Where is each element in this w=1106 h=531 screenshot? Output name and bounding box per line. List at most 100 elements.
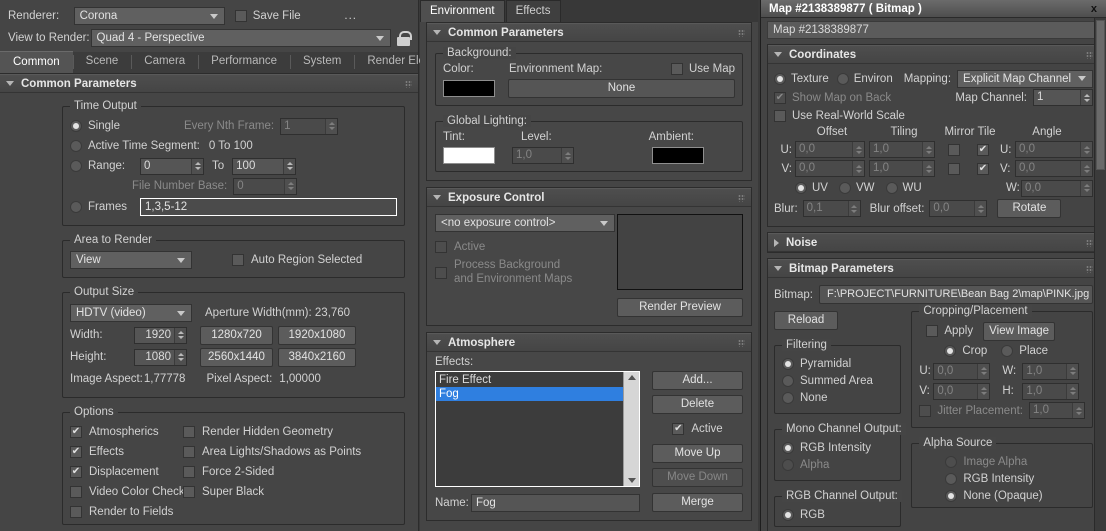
option-super-black[interactable]: Super Black [183, 482, 397, 502]
option-force-2-sided[interactable]: Force 2-Sided [183, 462, 397, 482]
area-to-render-dropdown[interactable]: View [70, 251, 192, 269]
save-file-browse-button[interactable]: ... [344, 10, 410, 22]
reload-button[interactable]: Reload [774, 311, 838, 330]
atmosphere-active-checkbox[interactable]: ✔ [672, 423, 684, 435]
effects-checkbox[interactable]: ✔ [70, 446, 82, 458]
spinner-arrows-icon[interactable] [191, 159, 203, 174]
view-image-button[interactable]: View Image [983, 322, 1055, 341]
scroll-down-icon[interactable] [628, 478, 636, 483]
spinner-arrows-icon[interactable] [977, 384, 989, 399]
preset-2560x1440-button[interactable]: 2560x1440 [200, 348, 273, 367]
wu-radio[interactable] [886, 182, 898, 194]
spinner-arrows-icon[interactable] [1080, 142, 1092, 157]
pyramidal-radio[interactable] [782, 358, 794, 370]
filtering-pyramidal-row[interactable]: Pyramidal [782, 355, 893, 372]
spinner-arrows-icon[interactable] [1066, 364, 1078, 379]
crop-radio[interactable] [944, 345, 956, 357]
bitmap-parameters-header[interactable]: Bitmap Parameters [768, 259, 1099, 278]
alpha-rgb-intensity-radio[interactable] [945, 473, 957, 485]
v-offset-spinner[interactable]: 0,0 [795, 160, 865, 177]
w-angle-spinner[interactable]: 0,0 [1021, 180, 1093, 197]
tint-color-swatch[interactable] [443, 147, 495, 164]
range-radio[interactable] [70, 160, 82, 172]
spinner-arrows-icon[interactable] [284, 179, 296, 194]
spinner-arrows-icon[interactable] [174, 350, 186, 365]
delete-effect-button[interactable]: Delete [652, 395, 743, 414]
merge-button[interactable]: Merge [652, 493, 743, 512]
exposure-control-header[interactable]: Exposure Control [427, 188, 751, 207]
height-spinner[interactable]: 1080 [134, 349, 187, 366]
render-hidden-geometry-checkbox[interactable] [183, 426, 195, 438]
tab-camera[interactable]: Camera [131, 51, 198, 73]
alpha-rgb-intensity-row[interactable]: RGB Intensity [919, 470, 1085, 487]
atmosphere-effects-list[interactable]: Fire Effect Fog [435, 371, 640, 487]
use-real-world-scale-checkbox[interactable] [774, 110, 786, 122]
save-file-checkbox[interactable] [235, 10, 247, 22]
atmosphere-name-input[interactable]: Fog [471, 494, 640, 512]
spinner-arrows-icon[interactable] [1080, 90, 1092, 105]
frames-radio[interactable] [70, 201, 82, 213]
apply-crop-checkbox[interactable] [926, 325, 938, 337]
spinner-arrows-icon[interactable] [174, 328, 186, 343]
environment-map-button[interactable]: None [508, 79, 735, 98]
file-number-base-spinner[interactable]: 0 [233, 178, 297, 195]
env-common-parameters-header[interactable]: Common Parameters [427, 23, 751, 42]
jitter-placement-spinner[interactable]: 1,0 [1029, 402, 1085, 419]
tab-environment[interactable]: Environment [420, 0, 505, 22]
rgb-row[interactable]: RGB [782, 506, 893, 523]
map-channel-spinner[interactable]: 1 [1033, 89, 1093, 106]
ambient-color-swatch[interactable] [652, 147, 704, 164]
crop-h-spinner[interactable]: 1,0 [1022, 383, 1079, 400]
common-parameters-rollout-header[interactable]: Common Parameters [0, 74, 418, 93]
spinner-arrows-icon[interactable] [977, 364, 989, 379]
spinner-arrows-icon[interactable] [922, 142, 934, 157]
right-panel-scrollbar[interactable] [1094, 18, 1106, 531]
option-area-lights-shadows[interactable]: Area Lights/Shadows as Points [183, 442, 397, 462]
rgb-radio[interactable] [782, 509, 794, 521]
environ-radio[interactable] [837, 73, 849, 85]
v-tiling-spinner[interactable]: 1,0 [869, 160, 935, 177]
u-mirror-checkbox[interactable] [948, 144, 960, 156]
alpha-none-opaque-radio[interactable] [945, 490, 957, 502]
list-item[interactable]: Fire Effect [436, 373, 623, 387]
noise-header[interactable]: Noise [768, 233, 1099, 252]
place-radio[interactable] [1001, 345, 1013, 357]
atmosphere-header[interactable]: Atmosphere [427, 333, 751, 352]
option-video-color-check[interactable]: Video Color Check [70, 482, 183, 502]
atmospherics-checkbox[interactable]: ✔ [70, 426, 82, 438]
u-offset-spinner[interactable]: 0,0 [795, 141, 865, 158]
displacement-checkbox[interactable]: ✔ [70, 466, 82, 478]
mono-rgb-intensity-radio[interactable] [782, 442, 794, 454]
filtering-none-row[interactable]: None [782, 389, 893, 406]
single-radio[interactable] [70, 120, 82, 132]
close-icon[interactable]: x [1086, 3, 1102, 15]
render-preview-button[interactable]: Render Preview [617, 298, 743, 317]
list-item[interactable]: Fog [436, 387, 623, 401]
crop-u-spinner[interactable]: 0,0 [933, 363, 990, 380]
preset-1920x1080-button[interactable]: 1920x1080 [278, 326, 356, 345]
option-displacement[interactable]: ✔ Displacement [70, 462, 183, 482]
map-name-field[interactable]: Map #2138389877 [767, 21, 1100, 39]
tab-system[interactable]: System [290, 51, 354, 73]
every-nth-frame-spinner[interactable]: 1 [280, 118, 338, 135]
spinner-arrows-icon[interactable] [1072, 403, 1084, 418]
spinner-arrows-icon[interactable] [922, 161, 934, 176]
spinner-arrows-icon[interactable] [852, 161, 864, 176]
alpha-none-opaque-row[interactable]: None (Opaque) [919, 487, 1085, 504]
level-spinner[interactable]: 1,0 [512, 147, 574, 164]
active-time-segment-radio[interactable] [70, 140, 82, 152]
coordinates-header[interactable]: Coordinates [768, 45, 1099, 64]
bitmap-path-button[interactable]: F:\PROJECT\FURNITURE\Bean Bag 2\map\PINK… [819, 285, 1093, 304]
spinner-arrows-icon[interactable] [974, 201, 986, 216]
spinner-arrows-icon[interactable] [1066, 384, 1078, 399]
frames-input[interactable]: 1,3,5-12 [140, 198, 397, 216]
option-render-hidden-geometry[interactable]: Render Hidden Geometry [183, 422, 397, 442]
spinner-arrows-icon[interactable] [852, 142, 864, 157]
filtering-none-radio[interactable] [782, 392, 794, 404]
view-to-render-dropdown[interactable]: Quad 4 - Perspective [91, 29, 392, 47]
add-effect-button[interactable]: Add... [652, 371, 743, 390]
rotate-button[interactable]: Rotate [997, 199, 1061, 218]
use-map-checkbox[interactable] [671, 63, 683, 75]
filtering-summed-area-row[interactable]: Summed Area [782, 372, 893, 389]
preset-1280x720-button[interactable]: 1280x720 [200, 326, 273, 345]
